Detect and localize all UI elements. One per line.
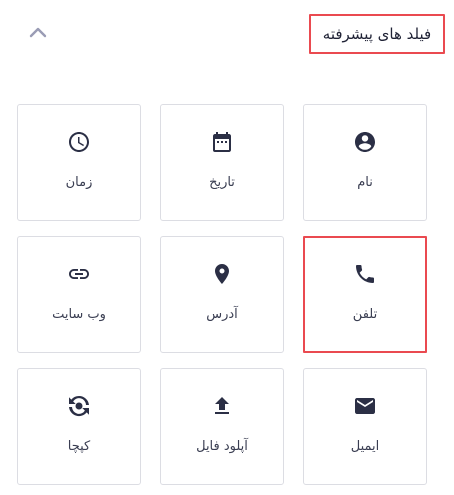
field-label: تلفن (352, 307, 378, 322)
field-label: کپچا (67, 439, 91, 454)
field-card-address[interactable]: آدرس (160, 236, 284, 353)
field-label: آدرس (206, 307, 238, 322)
chevron-up-icon (29, 27, 47, 38)
mail-icon (353, 394, 377, 418)
field-card-captcha[interactable]: کپچا (17, 368, 141, 485)
account-circle-icon (353, 130, 377, 154)
field-label: نام (357, 175, 373, 190)
field-label: آپلود فایل (196, 439, 248, 454)
field-card-time[interactable]: زمان (17, 104, 141, 221)
field-label: زمان (65, 175, 93, 190)
field-card-phone[interactable]: تلفن (303, 236, 427, 353)
location-pin-icon (210, 262, 234, 286)
field-card-name[interactable]: نام (303, 104, 427, 221)
upload-icon (210, 394, 234, 418)
link-icon (67, 262, 91, 286)
field-card-website[interactable]: وب سایت (17, 236, 141, 353)
advanced-fields-grid: نام تاریخ زمان تلفن آدرس وب سایت ایمیل آ… (17, 104, 427, 485)
calendar-icon (210, 130, 234, 154)
captcha-icon (67, 394, 91, 418)
section-title: فیلد های پیشرفته (309, 14, 445, 54)
field-label: تاریخ (209, 175, 235, 190)
clock-icon (67, 130, 91, 154)
field-label: ایمیل (350, 439, 380, 454)
collapse-button[interactable] (26, 22, 50, 42)
field-card-email[interactable]: ایمیل (303, 368, 427, 485)
field-label: وب سایت (52, 307, 106, 322)
field-card-file-upload[interactable]: آپلود فایل (160, 368, 284, 485)
phone-icon (353, 262, 377, 286)
field-card-date[interactable]: تاریخ (160, 104, 284, 221)
